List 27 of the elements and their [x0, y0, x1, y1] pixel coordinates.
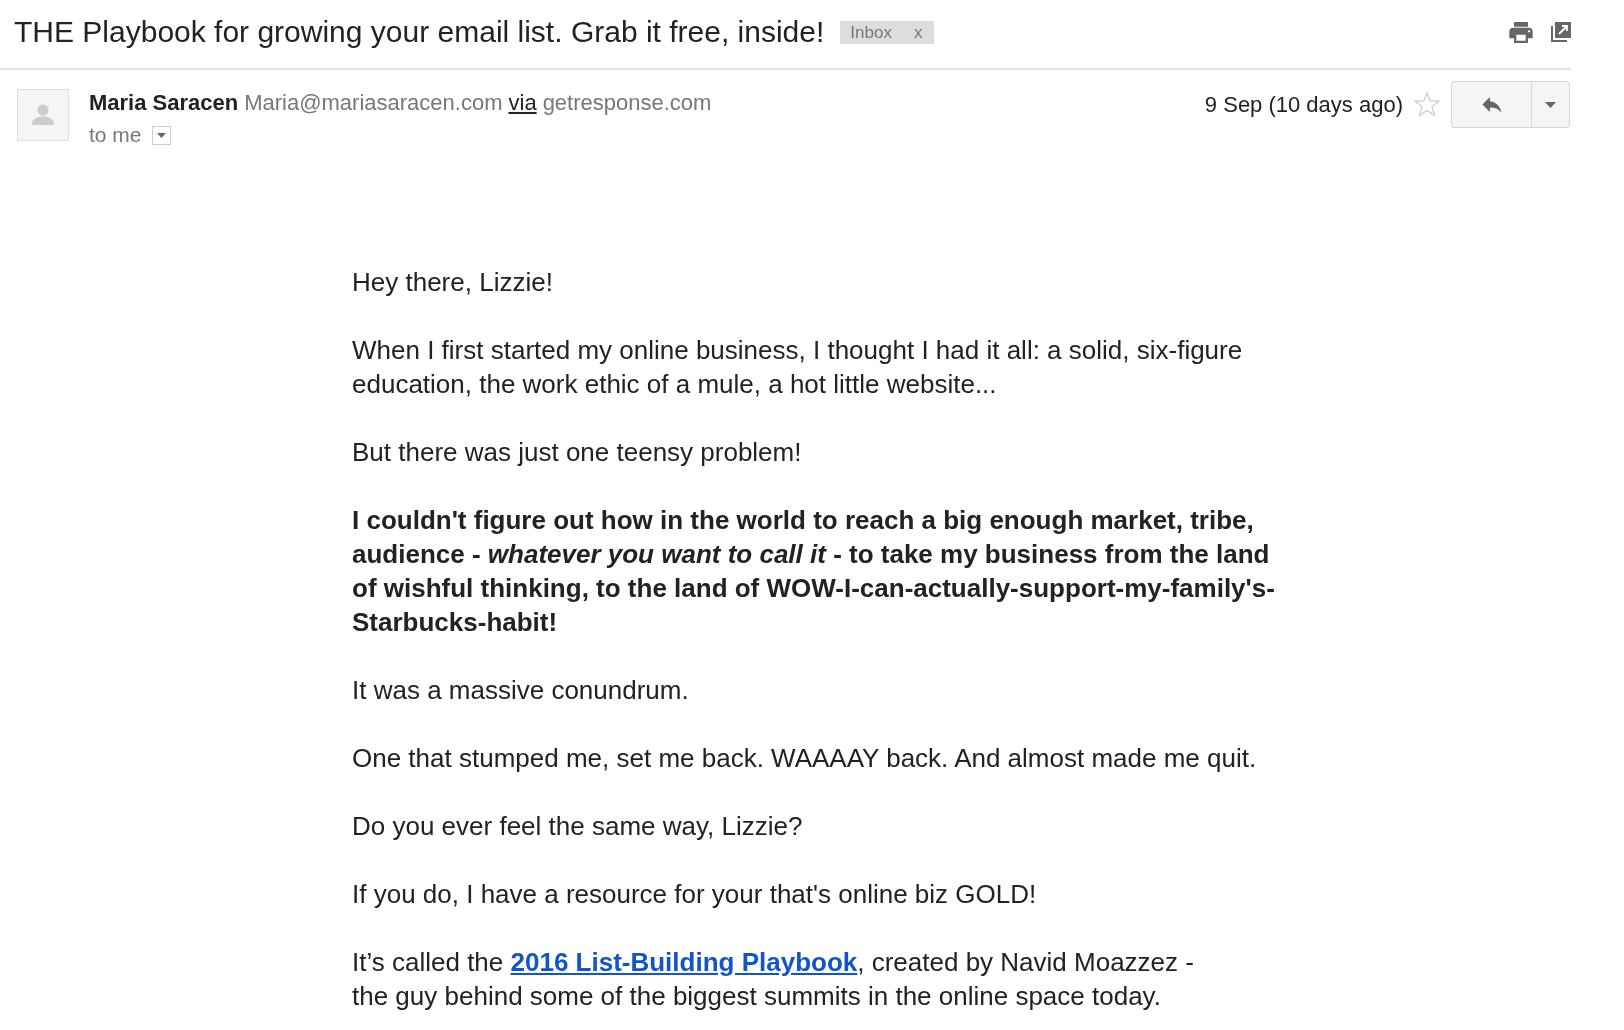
remove-label-button[interactable]: x: [913, 20, 923, 44]
body-paragraph: If you do, I have a resource for your that's online biz GOLD!: [352, 878, 1038, 911]
body-paragraph: It’s called the 2016 List-Building Playbook, created by Navid Moazzez - the guy behind some of the biggest summits in the online space today.: [352, 946, 1195, 1013]
caret-icon: [1545, 101, 1556, 108]
reply-icon: [1480, 96, 1503, 113]
recipient-text: to me: [89, 123, 142, 147]
body-paragraph: It was a massive conundrum.: [352, 674, 690, 707]
print-icon[interactable]: [1509, 21, 1533, 43]
star-icon[interactable]: [1414, 92, 1440, 117]
label-text: Inbox: [850, 21, 892, 44]
caret-icon: [156, 132, 166, 138]
details-dropdown-button[interactable]: [151, 125, 171, 145]
body-paragraph: When I first started my online business, I thought I had it all: a solid, six-figure education, the work ethic of a mule, a hot little website...: [352, 334, 1244, 401]
sender-email: Maria@mariasaracen.com: [244, 91, 503, 115]
body-paragraph: But there was just one teensy problem!: [352, 436, 803, 469]
sender-name: Maria Saracen: [89, 91, 239, 115]
message-date: 9 Sep (10 days ago): [1204, 92, 1403, 117]
via-link[interactable]: via: [508, 91, 537, 115]
sender-domain: getresponse.com: [542, 91, 712, 115]
body-paragraph: One that stumped me, set me back. WAAAAY back. And almost made me quit.: [352, 742, 1258, 775]
email-subject: THE Playbook for growing your email list. Grab it free, inside!: [14, 14, 825, 50]
body-paragraph: Do you ever feel the same way, Lizzie?: [352, 810, 804, 843]
body-paragraph: I couldn't figure out how in the world to reach a big enough market, tribe, audience - whatever you want to call it - to take my business from the land of wishful thinking, to the land of WOW-I-can-actually-support-my-family's-Starbucks-habit!: [352, 504, 1276, 639]
playbook-link[interactable]: 2016 List-Building Playbook: [510, 947, 858, 977]
avatar-icon: [17, 89, 69, 141]
body-paragraph: Hey there, Lizzie!: [352, 266, 554, 299]
new-window-icon[interactable]: [1551, 22, 1571, 42]
